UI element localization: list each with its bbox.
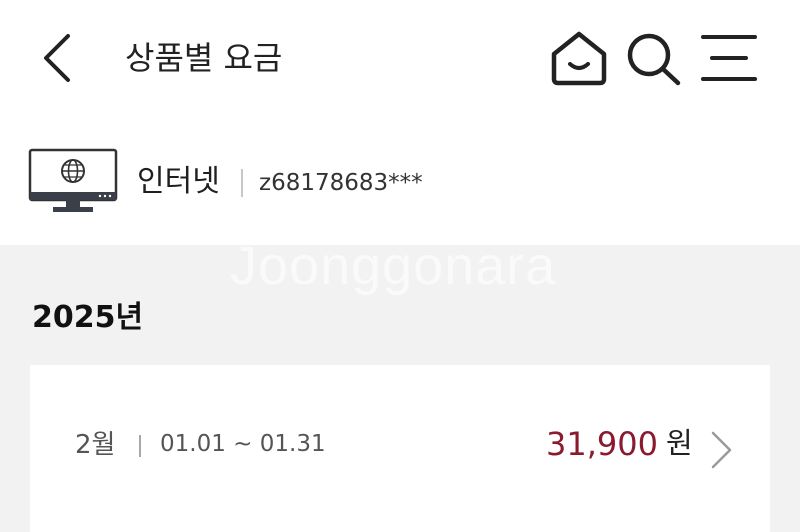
menu-button[interactable] [700, 32, 758, 84]
search-button[interactable] [622, 29, 684, 87]
search-icon [627, 33, 681, 86]
divider [241, 169, 243, 197]
service-name: 인터넷 [137, 164, 220, 199]
billing-section: Joonggonara 2025년 2월 01.01 ~ 01.31 31,90… [0, 245, 800, 532]
bill-amount: 31,900 [546, 425, 658, 463]
back-button[interactable] [38, 30, 78, 86]
bill-month: 2월 [75, 430, 116, 460]
chevron-right-icon[interactable] [708, 430, 734, 470]
bill-period: 01.01 ~ 01.31 [160, 431, 326, 457]
chevron-left-icon [44, 34, 70, 82]
account-id: z68178683*** [259, 170, 423, 196]
currency-unit: 원 [666, 426, 693, 460]
home-icon [551, 31, 607, 86]
watermark: Joonggonara [230, 245, 557, 296]
page-title: 상품별 요금 [125, 39, 283, 77]
bill-item[interactable]: 2월 01.01 ~ 01.31 31,900 원 [30, 365, 770, 532]
divider [139, 435, 141, 457]
menu-icon [701, 35, 757, 81]
monitor-globe-icon [28, 148, 118, 214]
home-button[interactable] [548, 29, 610, 87]
year-heading: 2025년 [32, 300, 144, 335]
